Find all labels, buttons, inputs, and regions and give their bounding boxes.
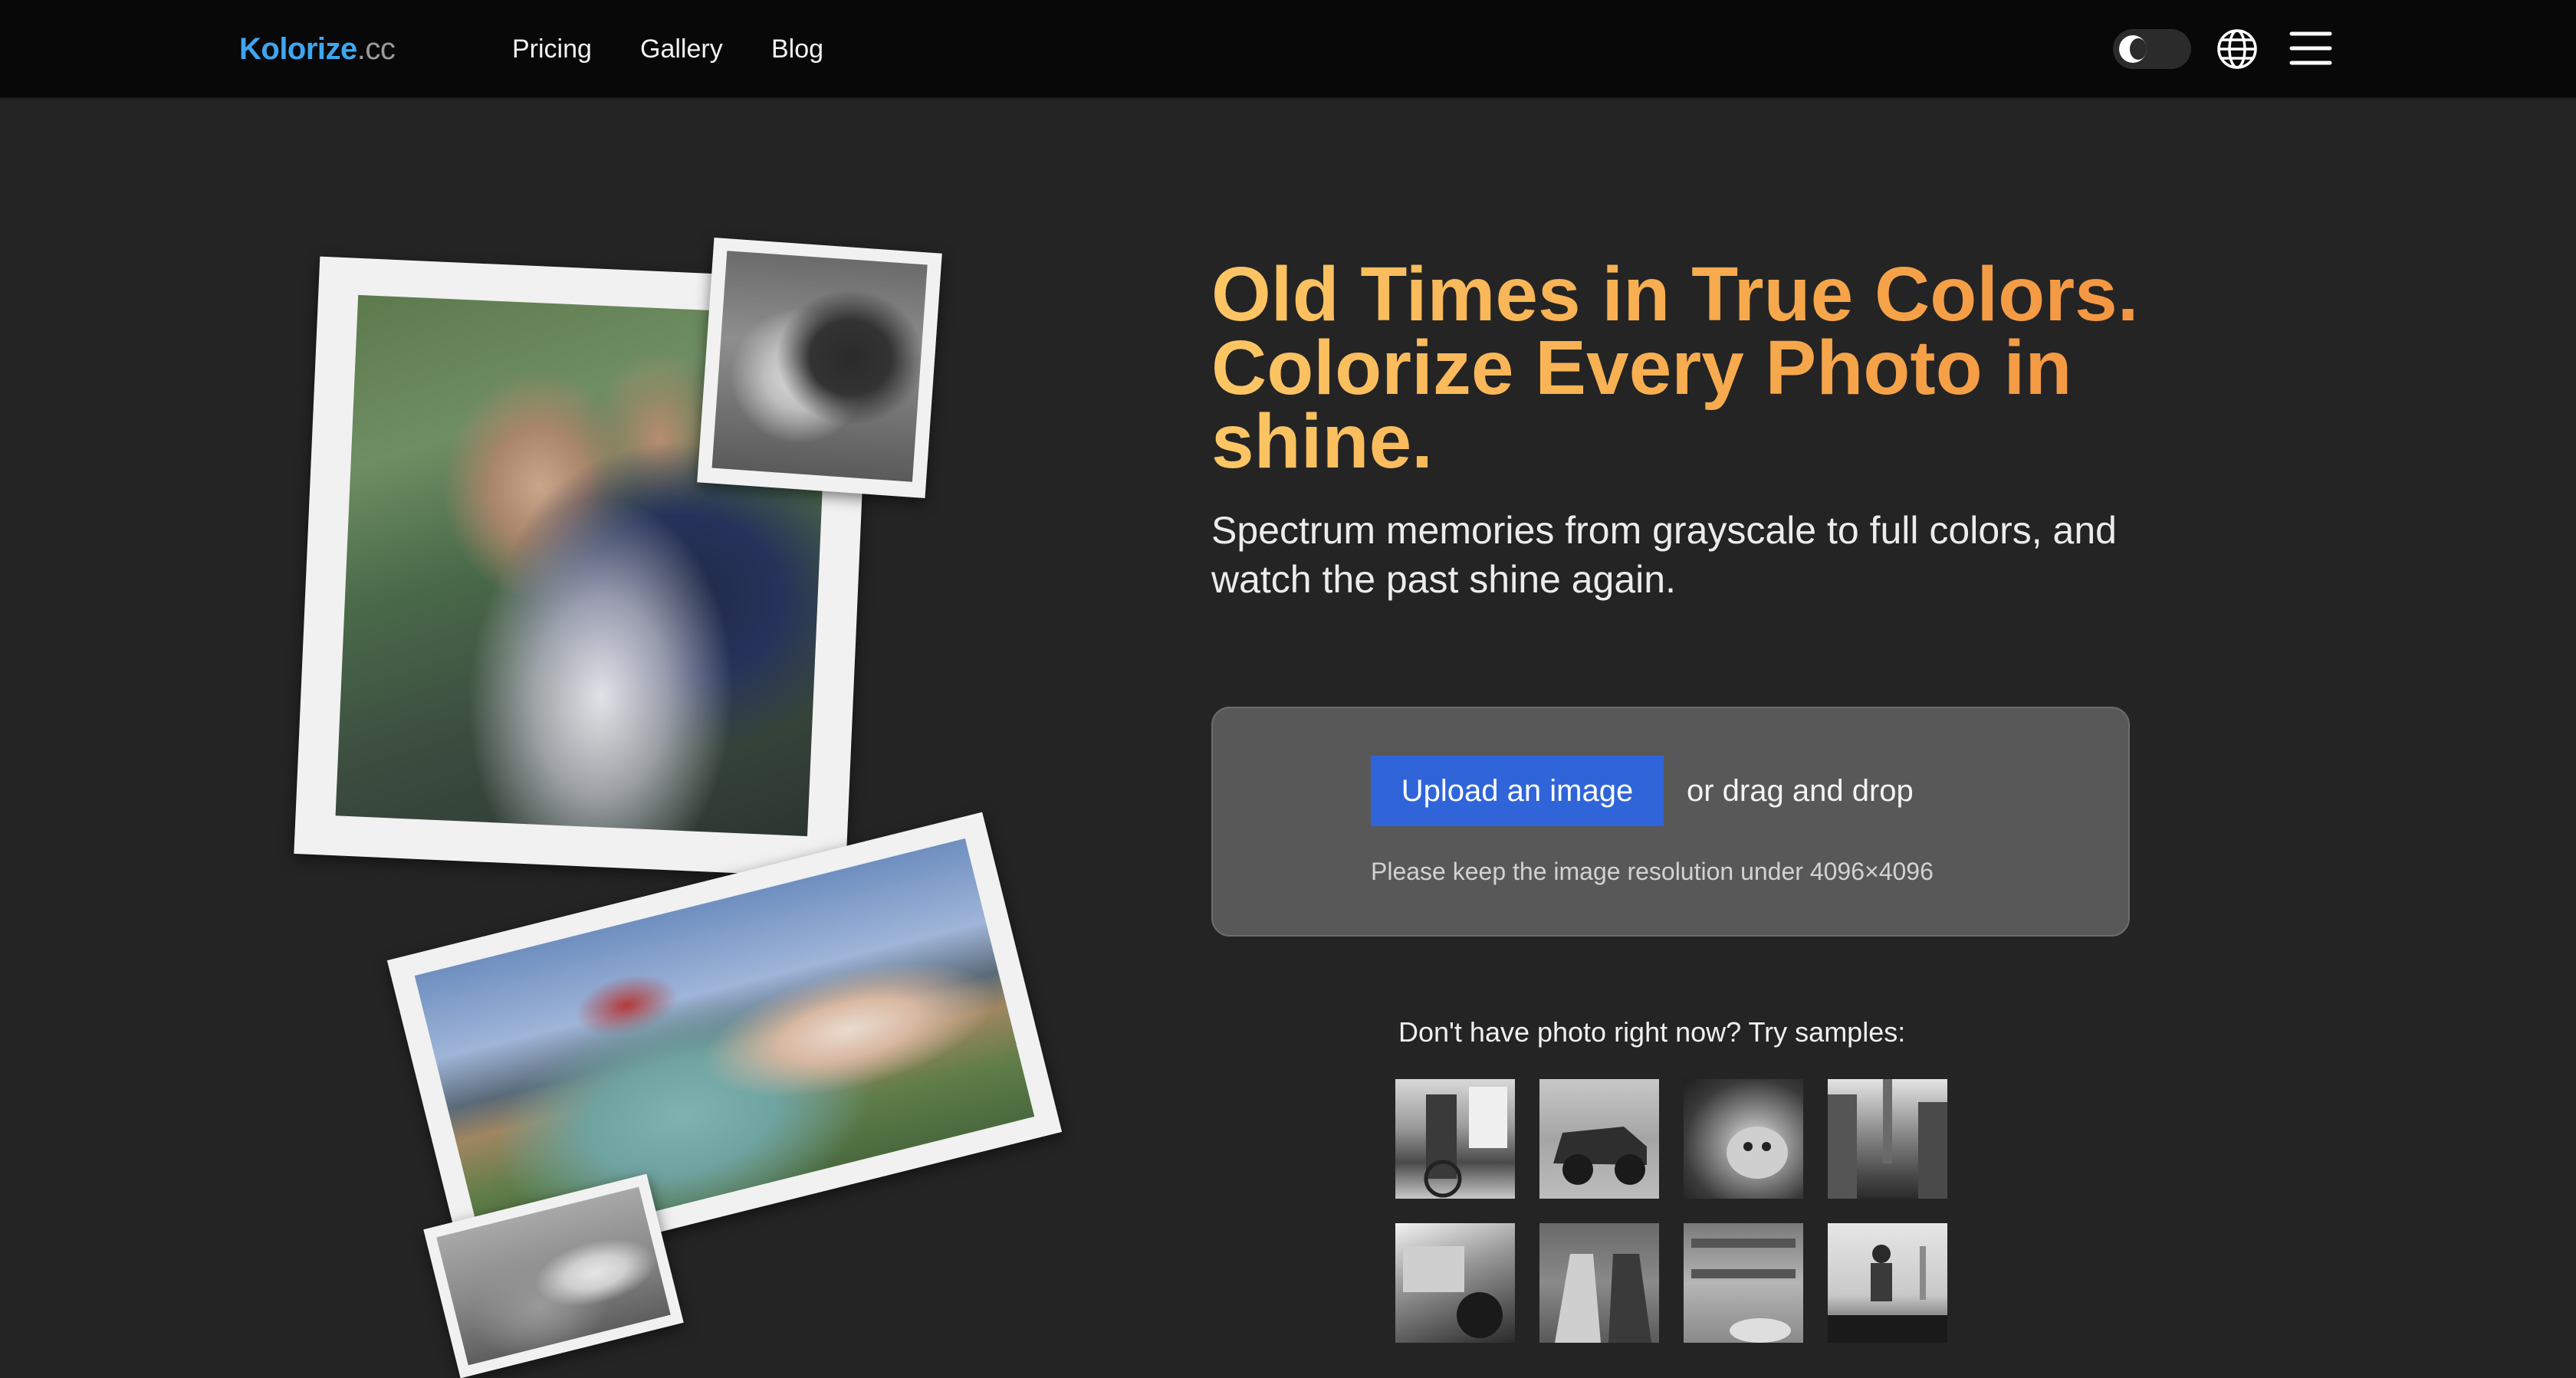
logo-tld: .cc	[356, 32, 396, 66]
drag-and-drop-label: or drag and drop	[1687, 774, 1914, 808]
top-navigation-bar: Kolorize.cc Pricing Gallery Blog	[0, 0, 2576, 99]
upload-image-button[interactable]: Upload an image	[1371, 756, 1664, 826]
hamburger-menu-icon[interactable]	[2289, 31, 2332, 66]
sample-thumbnail[interactable]	[1684, 1223, 1803, 1343]
upload-dropzone[interactable]: Upload an image or drag and drop Please …	[1211, 707, 2130, 937]
collage-vintage-car-color-photo	[386, 812, 1063, 1281]
sample-thumbnail[interactable]	[1539, 1079, 1659, 1199]
sample-thumbnail[interactable]	[1828, 1223, 1947, 1343]
samples-label: Don't have photo right now? Try samples:	[1398, 1016, 1906, 1048]
logo[interactable]: Kolorize.cc	[239, 28, 396, 71]
resolution-hint: Please keep the image resolution under 4…	[1371, 858, 1934, 885]
hero-subtitle: Spectrum memories from grayscale to full…	[1211, 509, 2117, 601]
sample-thumbnail[interactable]	[1539, 1223, 1659, 1343]
hero-title: Old Times in True Colors. Colorize Every…	[1211, 256, 2208, 480]
sample-thumbnail[interactable]	[1828, 1079, 1947, 1199]
nav-gallery[interactable]: Gallery	[640, 29, 723, 69]
nav-blog[interactable]: Blog	[771, 29, 823, 69]
globe-icon[interactable]	[2216, 28, 2259, 71]
sample-thumbnail[interactable]	[1395, 1223, 1515, 1343]
moon-icon	[2119, 35, 2147, 63]
logo-main: Kolorize	[239, 32, 357, 66]
sample-thumbnail[interactable]	[1684, 1079, 1803, 1199]
collage-wedding-bw-photo	[697, 237, 942, 499]
sample-thumbnail[interactable]	[1395, 1079, 1515, 1199]
theme-toggle[interactable]	[2113, 29, 2191, 69]
nav-pricing[interactable]: Pricing	[512, 29, 592, 69]
